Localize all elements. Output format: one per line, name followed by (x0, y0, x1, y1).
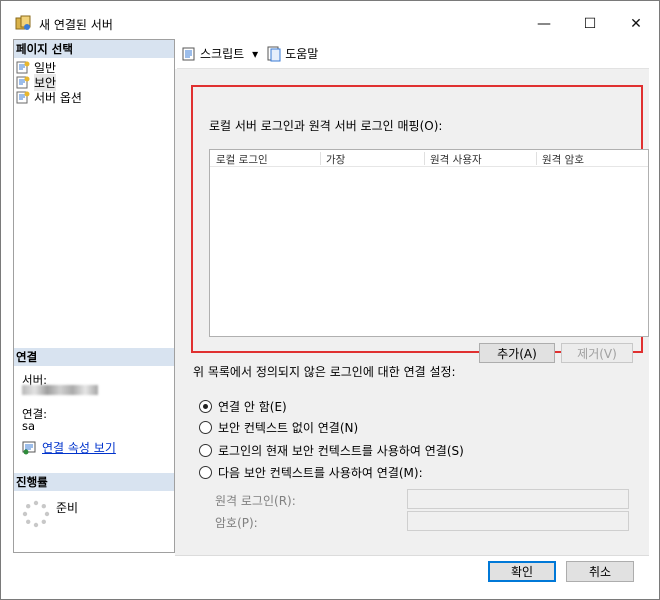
radio-button[interactable] (199, 466, 212, 479)
linked-server-icon (15, 15, 31, 30)
page-icon (16, 91, 30, 104)
column-separator (536, 152, 537, 165)
undefined-logins-title: 위 목록에서 정의되지 않은 로그인에 대한 연결 설정: (193, 365, 456, 379)
dialog-window: 새 연결된 서버 — ☐ ✕ 페이지 선택 일반 보안 서버 옵션 연결 서버:… (0, 0, 660, 600)
option-label: 로그인의 현재 보안 컨텍스트를 사용하여 연결(S) (218, 444, 464, 458)
help-icon (267, 46, 281, 61)
progress-status: 준비 (56, 501, 79, 515)
page-icon (16, 76, 30, 89)
script-icon (182, 47, 195, 60)
option-label: 보안 컨텍스트 없이 연결(N) (218, 421, 359, 435)
view-connection-properties-link[interactable]: 연결 속성 보기 (22, 439, 116, 456)
column-impersonate[interactable]: 가장 (326, 152, 345, 167)
option-this-security-context[interactable]: 다음 보안 컨텍스트를 사용하여 연결(M): (199, 464, 423, 481)
remove-button[interactable]: 제거(V) (561, 343, 633, 363)
security-page: 로컬 서버 로그인과 원격 서버 로그인 매핑(O): 로컬 로그인 가장 원격… (175, 69, 649, 555)
login-mapping-grid[interactable]: 로컬 로그인 가장 원격 사용자 원격 암호 (209, 149, 649, 337)
remote-login-field[interactable] (407, 489, 629, 509)
column-remote-password[interactable]: 원격 암호 (542, 152, 584, 167)
help-button[interactable]: 도움말 (266, 45, 318, 62)
connection-value: sa (22, 419, 36, 433)
radio-button[interactable] (199, 444, 212, 457)
option-current-security-context[interactable]: 로그인의 현재 보안 컨텍스트를 사용하여 연결(S) (199, 442, 464, 459)
option-not-be-made[interactable]: 연결 안 함(E) (199, 398, 287, 415)
password-field[interactable] (407, 511, 629, 531)
script-button[interactable]: 스크립트 (181, 45, 244, 62)
nav-item-general[interactable]: 일반 (16, 60, 56, 75)
help-label: 도움말 (285, 47, 319, 61)
nav-item-server-options[interactable]: 서버 옵션 (16, 90, 82, 105)
left-pane: 페이지 선택 일반 보안 서버 옵션 연결 서버: 연결: sa 연결 속성 보… (13, 39, 175, 553)
footer-separator (175, 555, 649, 556)
properties-icon (22, 441, 36, 454)
radio-button[interactable] (199, 400, 212, 413)
progress-spinner-icon (22, 500, 50, 528)
password-label: 암호(P): (215, 516, 258, 530)
option-label: 연결 안 함(E) (218, 400, 287, 414)
ok-button[interactable]: 확인 (488, 561, 556, 582)
column-separator (320, 152, 321, 165)
script-dropdown-button[interactable]: ▾ (252, 47, 258, 61)
chevron-down-icon: ▾ (252, 46, 259, 61)
view-connection-properties-label: 연결 속성 보기 (42, 441, 116, 455)
progress-header: 진행률 (14, 473, 174, 491)
column-remote-user[interactable]: 원격 사용자 (430, 152, 482, 167)
add-button[interactable]: 추가(A) (479, 343, 555, 363)
column-separator (424, 152, 425, 165)
option-without-security-context[interactable]: 보안 컨텍스트 없이 연결(N) (199, 419, 358, 436)
grid-header: 로컬 로그인 가장 원격 사용자 원격 암호 (210, 150, 648, 167)
script-label: 스크립트 (200, 47, 245, 61)
page-select-header: 페이지 선택 (14, 40, 174, 58)
column-local-login[interactable]: 로컬 로그인 (216, 152, 268, 167)
login-mapping-highlight: 로컬 서버 로그인과 원격 서버 로그인 매핑(O): 로컬 로그인 가장 원격… (191, 85, 649, 363)
cancel-button[interactable]: 취소 (566, 561, 634, 582)
remote-login-label: 원격 로그인(R): (215, 494, 296, 508)
connection-header: 연결 (14, 348, 174, 366)
login-mapping-title: 로컬 서버 로그인과 원격 서버 로그인 매핑(O): (209, 119, 443, 133)
option-label: 다음 보안 컨텍스트를 사용하여 연결(M): (218, 466, 423, 480)
server-name-redacted (22, 385, 98, 395)
radio-button[interactable] (199, 421, 212, 434)
window-title: 새 연결된 서버 (39, 18, 113, 32)
nav-item-label: 서버 옵션 (34, 91, 82, 105)
page-icon (16, 61, 30, 74)
nav-item-security[interactable]: 보안 (16, 74, 57, 91)
toolbar: 스크립트 ▾ 도움말 (177, 39, 649, 69)
